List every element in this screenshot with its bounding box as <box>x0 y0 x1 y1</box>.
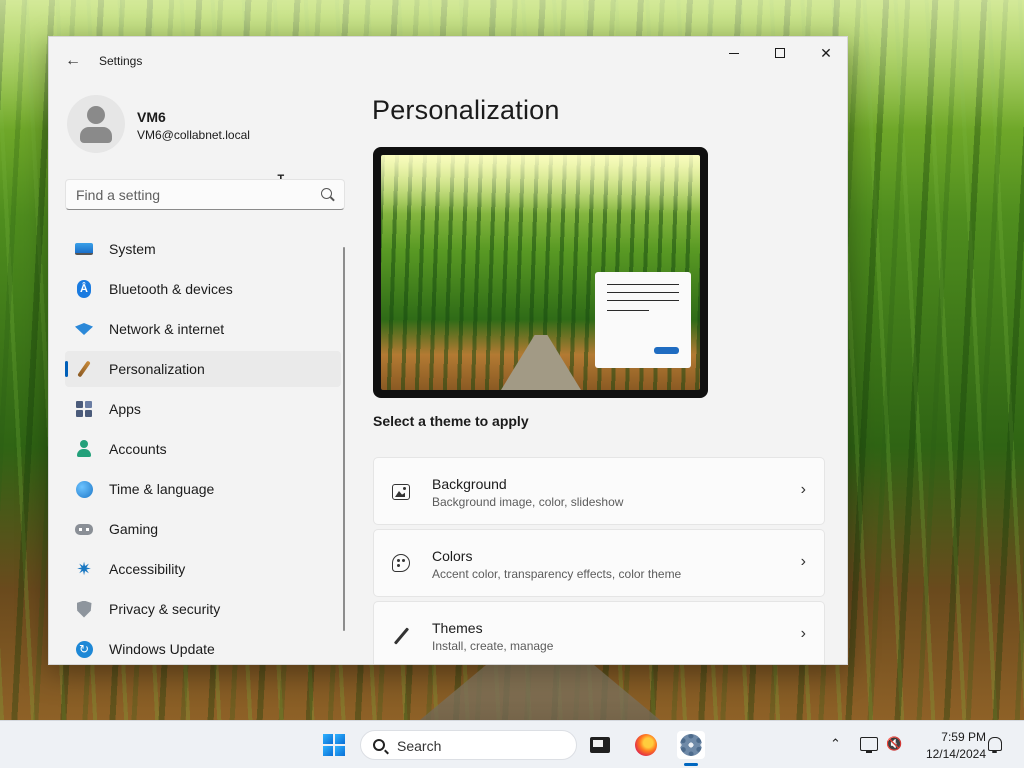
sidebar-item-label: Privacy & security <box>109 601 221 617</box>
sidebar-item-label: Time & language <box>109 481 215 497</box>
preview-button <box>654 347 679 354</box>
close-icon: ✕ <box>820 44 832 61</box>
network-icon[interactable] <box>860 737 878 753</box>
wifi-icon <box>75 320 93 338</box>
sidebar-item-label: Gaming <box>109 521 159 537</box>
preview-line <box>607 310 649 311</box>
sidebar-item-privacy-security[interactable]: Privacy & security <box>65 591 341 627</box>
avatar[interactable] <box>67 95 125 153</box>
page-title: Personalization <box>372 95 560 125</box>
sidebar-item-bluetooth-devices[interactable]: Å Bluetooth & devices <box>65 271 341 307</box>
taskbar-search-label: Search <box>397 738 442 754</box>
sidebar-item-label: Network & internet <box>109 321 225 337</box>
search-input[interactable] <box>76 186 306 204</box>
sidebar-item-label: Windows Update <box>109 641 215 657</box>
arrow-left-icon: ← <box>65 52 81 69</box>
app-title: Settings <box>99 54 143 68</box>
maximize-button[interactable] <box>757 37 803 69</box>
gamepad-icon <box>75 520 93 538</box>
sidebar-item-windows-update[interactable]: ↻ Windows Update <box>65 631 341 664</box>
image-icon <box>392 482 412 502</box>
pen-icon <box>392 626 412 646</box>
taskbar: Search ⌃ 🔇 7:59 PM 12/14/2024 <box>0 720 1024 768</box>
person-icon <box>87 106 105 124</box>
bluetooth-icon: Å <box>75 280 93 298</box>
taskbar-search[interactable]: Search <box>360 730 577 760</box>
sidebar-item-label: Accessibility <box>109 561 186 577</box>
sidebar-item-network-internet[interactable]: Network & internet <box>65 311 341 347</box>
clock-date[interactable]: 12/14/2024 <box>912 747 986 761</box>
globe-clock-icon <box>75 480 93 498</box>
back-button[interactable]: ← <box>61 49 85 73</box>
settings-search-box[interactable] <box>65 179 345 210</box>
sidebar-item-accessibility[interactable]: ✷ Accessibility <box>65 551 341 587</box>
colors-card[interactable]: Colors Accent color, transparency effect… <box>373 529 825 597</box>
user-email: VM6@collabnet.local <box>137 128 250 142</box>
theme-preview <box>373 147 708 398</box>
search-icon[interactable] <box>321 188 332 199</box>
sidebar-nav: System Å Bluetooth & devices Network & i… <box>65 231 341 664</box>
background-card[interactable]: Background Background image, color, slid… <box>373 457 825 525</box>
paintbrush-icon <box>75 360 93 378</box>
chevron-right-icon: › <box>800 553 806 570</box>
monitor-icon <box>75 240 93 258</box>
windows-logo-icon[interactable] <box>323 734 345 756</box>
sidebar-item-label: Personalization <box>109 361 205 377</box>
sidebar-scrollbar[interactable] <box>343 247 345 631</box>
sidebar-item-label: Apps <box>109 401 141 417</box>
sidebar-item-label: Bluetooth & devices <box>109 281 233 297</box>
themes-card[interactable]: Themes Install, create, manage › <box>373 601 825 664</box>
sidebar-item-time-language[interactable]: Time & language <box>65 471 341 507</box>
sidebar-item-personalization[interactable]: Personalization <box>65 351 341 387</box>
clock-time[interactable]: 7:59 PM <box>920 730 986 744</box>
title-bar: ← Settings ✕ <box>49 37 847 85</box>
apps-icon <box>75 400 93 418</box>
sidebar-item-apps[interactable]: Apps <box>65 391 341 427</box>
chevron-right-icon: › <box>800 481 806 498</box>
sidebar-item-label: Accounts <box>109 441 167 457</box>
sidebar-item-gaming[interactable]: Gaming <box>65 511 341 547</box>
sidebar-item-system[interactable]: System <box>65 231 341 267</box>
settings-window: ← Settings ✕ VM6 VM6@collabnet.local I S… <box>48 36 848 665</box>
sidebar-item-accounts[interactable]: Accounts <box>65 431 341 467</box>
card-subtitle: Install, create, manage <box>432 639 554 653</box>
volume-muted-icon[interactable]: 🔇 <box>886 736 902 752</box>
card-title: Background <box>432 476 507 492</box>
maximize-icon <box>775 48 785 58</box>
wallpaper-preview-image <box>381 155 700 390</box>
accessibility-icon: ✷ <box>76 559 92 579</box>
preview-line <box>607 292 679 293</box>
user-name: VM6 <box>137 109 166 125</box>
sidebar-item-label: System <box>109 241 156 257</box>
minimize-button[interactable] <box>711 37 757 69</box>
card-title: Themes <box>432 620 483 636</box>
firefox-icon[interactable] <box>632 731 660 759</box>
person-icon <box>75 440 93 458</box>
gear-icon[interactable] <box>677 731 705 759</box>
update-icon: ↻ <box>75 640 93 658</box>
preview-path-shape <box>501 335 581 390</box>
active-app-indicator <box>684 763 698 766</box>
preview-line <box>607 300 679 301</box>
card-subtitle: Accent color, transparency effects, colo… <box>432 567 682 581</box>
card-title: Colors <box>432 548 473 564</box>
close-button[interactable]: ✕ <box>803 37 847 69</box>
preview-window-mock <box>595 272 691 368</box>
search-icon <box>373 739 385 751</box>
bell-icon[interactable] <box>988 737 1002 753</box>
person-icon-body <box>80 127 112 143</box>
card-subtitle: Background image, color, slideshow <box>432 495 624 509</box>
chevron-up-icon[interactable]: ⌃ <box>830 736 841 752</box>
theme-prompt: Select a theme to apply <box>373 413 529 429</box>
chevron-right-icon: › <box>800 625 806 642</box>
preview-line <box>607 284 679 285</box>
task-view-icon[interactable] <box>586 731 614 759</box>
shield-icon <box>75 600 93 618</box>
minimize-icon <box>729 52 739 54</box>
palette-icon <box>392 554 412 574</box>
